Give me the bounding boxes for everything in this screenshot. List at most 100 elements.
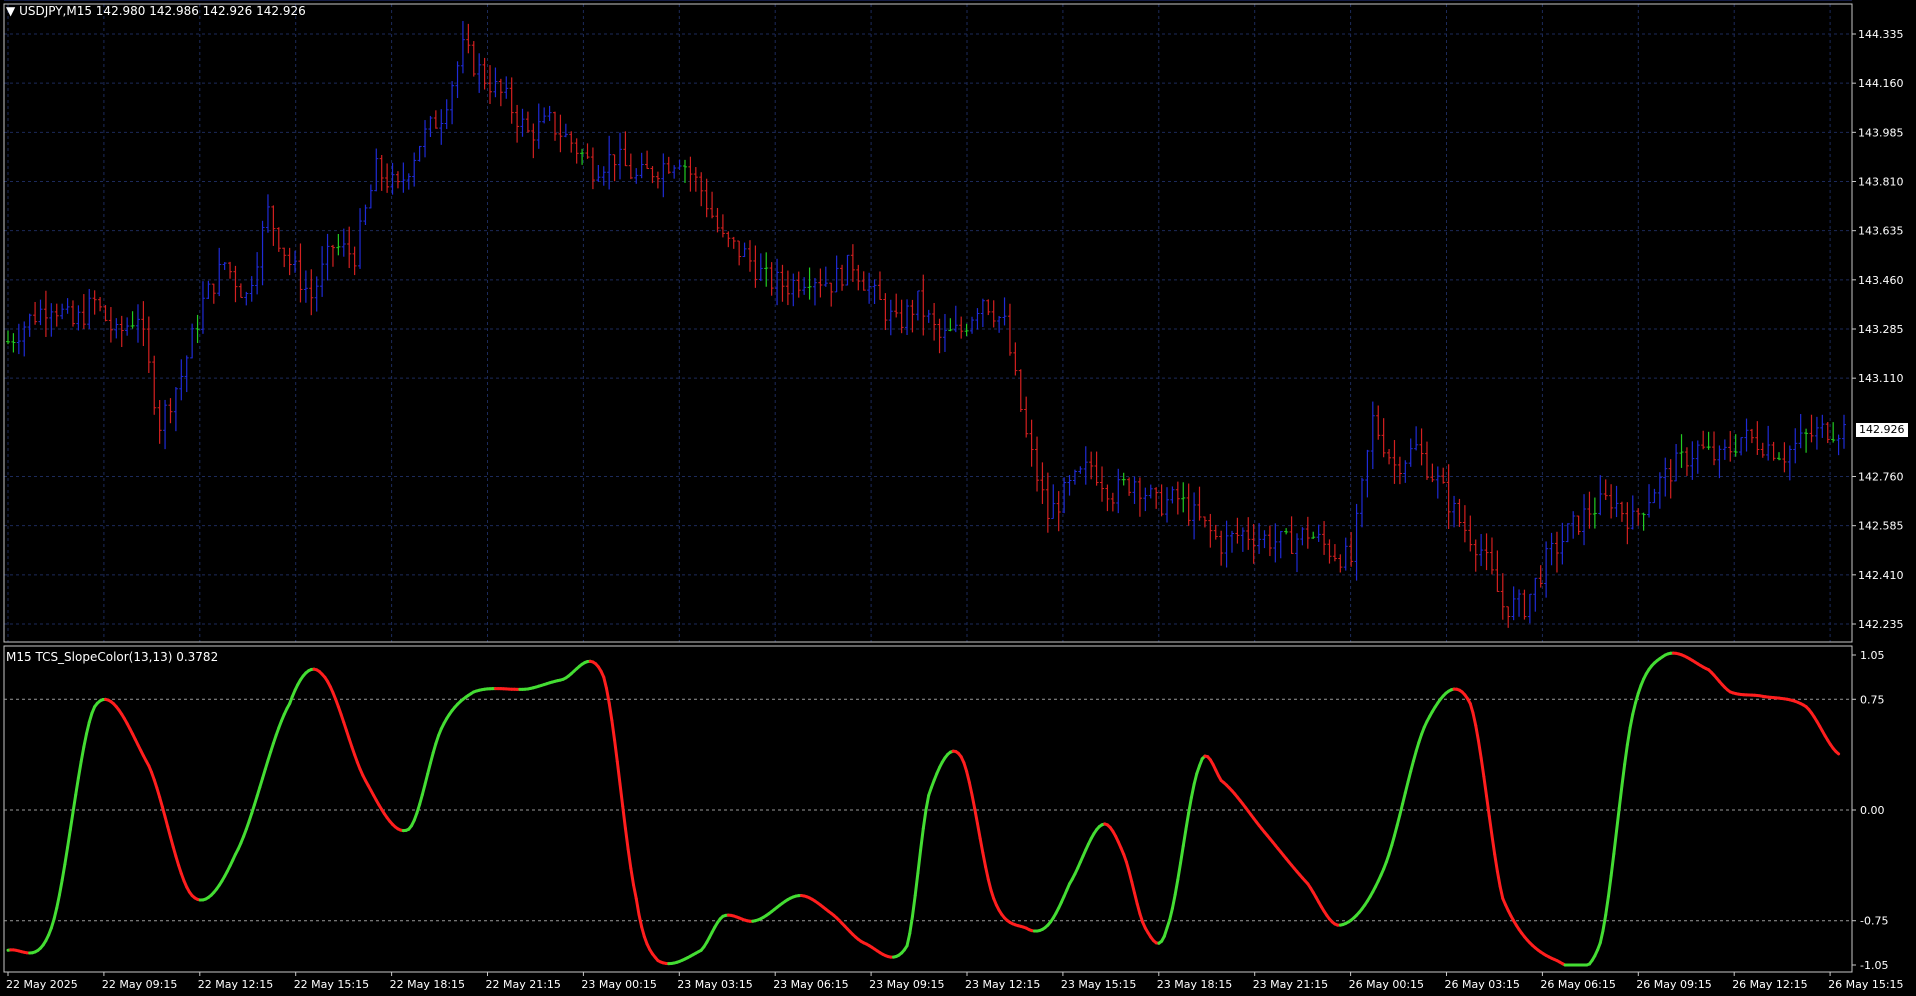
ohlc-bar (163, 399, 168, 450)
ohlc-bar (553, 111, 558, 141)
ohlc-bar (379, 155, 384, 191)
ohlc-bar (298, 243, 303, 303)
slope-segment (913, 871, 920, 898)
ohlc-bar (493, 67, 498, 98)
slope-segment (908, 914, 914, 936)
ohlc-bar (883, 293, 888, 331)
ohlc-bar (1517, 589, 1522, 617)
slope-segment (82, 732, 89, 749)
time-tick-label: 23 May 03:15 (677, 978, 752, 991)
ohlc-bar (623, 131, 628, 167)
ohlc-bar (894, 293, 899, 318)
ohlc-bar (861, 271, 866, 291)
slope-segment (1192, 772, 1199, 786)
symbol-header: USDJPY,M15 142.980 142.986 142.926 142.9… (19, 4, 306, 18)
ohlc-bar (1701, 430, 1706, 450)
ohlc-bar (1300, 527, 1305, 546)
ohlc-bar (1289, 516, 1294, 554)
ohlc-bar (1175, 481, 1180, 515)
time-tick-label: 23 May 12:15 (965, 978, 1040, 991)
ohlc-bar (1224, 520, 1229, 568)
price-tick-label: 143.110 (1858, 372, 1904, 385)
ohlc-bar (488, 65, 493, 104)
slope-segment (1189, 782, 1196, 800)
ohlc-bar (1029, 419, 1034, 467)
ohlc-bar (1316, 524, 1321, 542)
ohlc-bar (1419, 428, 1424, 466)
main-frame (3, 3, 1853, 973)
ohlc-bar (791, 273, 796, 307)
slope-segment (970, 793, 977, 811)
ohlc-bar (525, 111, 530, 133)
ohlc-bar (314, 276, 319, 312)
ohlc-bar (358, 208, 363, 269)
ohlc-bar (888, 299, 893, 336)
ohlc-bar (1359, 477, 1364, 528)
ohlc-bar (504, 76, 509, 99)
slope-segment (905, 932, 912, 948)
menu-triangle-icon[interactable]: ▼ (6, 4, 15, 18)
ohlc-bar (179, 359, 184, 401)
ohlc-bar (1674, 444, 1679, 482)
ohlc-bar (265, 194, 270, 233)
slope-segment (1490, 834, 1497, 856)
slope-segment (1485, 794, 1491, 818)
slope-segment (420, 782, 427, 797)
ohlc-bar (1392, 440, 1397, 484)
ohlc-bar (645, 150, 650, 169)
slope-segment (629, 866, 636, 887)
ohlc-bar (1831, 422, 1836, 443)
ohlc-bar (747, 240, 752, 272)
ohlc-bar (872, 279, 877, 305)
slope-segment (921, 808, 928, 831)
ohlc-bar (352, 246, 357, 276)
slope-segment (163, 815, 170, 829)
slope-segment (76, 760, 83, 780)
slope-segment (610, 718, 617, 742)
ohlc-bar (780, 264, 785, 302)
time-tick-label: 22 May 12:15 (198, 978, 273, 991)
slope-segment (919, 827, 925, 852)
ohlc-bar (1462, 505, 1467, 543)
time-tick-label: 26 May 06:15 (1540, 978, 1615, 991)
ohlc-bar (1165, 487, 1170, 523)
price-bars (6, 21, 1846, 628)
slope-segment (916, 848, 923, 875)
ohlc-bar (1598, 475, 1603, 516)
ohlc-bar (152, 355, 157, 415)
ohlc-bar (238, 283, 243, 298)
time-tick-label: 23 May 21:15 (1253, 978, 1328, 991)
ohlc-bar (1332, 544, 1337, 562)
ohlc-bar (1636, 508, 1641, 526)
ohlc-bar (818, 268, 823, 298)
ohlc-bar (1327, 539, 1332, 564)
ohlc-bar (173, 387, 178, 432)
ohlc-bar (628, 153, 633, 180)
ohlc-bar (341, 228, 346, 257)
ohlc-bar (60, 303, 65, 320)
slope-segment (1390, 834, 1396, 847)
slope-segment (60, 862, 67, 882)
time-tick-label: 26 May 03:15 (1445, 978, 1520, 991)
ohlc-bar (1018, 369, 1023, 412)
ohlc-bar (385, 163, 390, 193)
slope-segment (632, 883, 638, 901)
ohlc-bar (255, 252, 260, 295)
ohlc-bar (233, 265, 238, 303)
slope-segment (1127, 869, 1134, 884)
ohlc-bar (1522, 589, 1527, 620)
slope-segment (1187, 796, 1193, 815)
ohlc-bar (769, 262, 774, 296)
ohlc-bar (450, 81, 455, 125)
indicator-panel-frame (3, 645, 1853, 973)
ohlc-bar (1647, 484, 1652, 518)
ohlc-bar (932, 302, 937, 341)
ohlc-bar (455, 61, 460, 99)
ohlc-bar (27, 313, 32, 337)
ohlc-bar (845, 254, 850, 286)
ohlc-bar (325, 233, 330, 281)
ohlc-bar (1533, 577, 1538, 612)
ohlc-bar (395, 171, 400, 189)
ohlc-bar (1024, 396, 1029, 438)
time-tick-label: 26 May 09:15 (1636, 978, 1711, 991)
